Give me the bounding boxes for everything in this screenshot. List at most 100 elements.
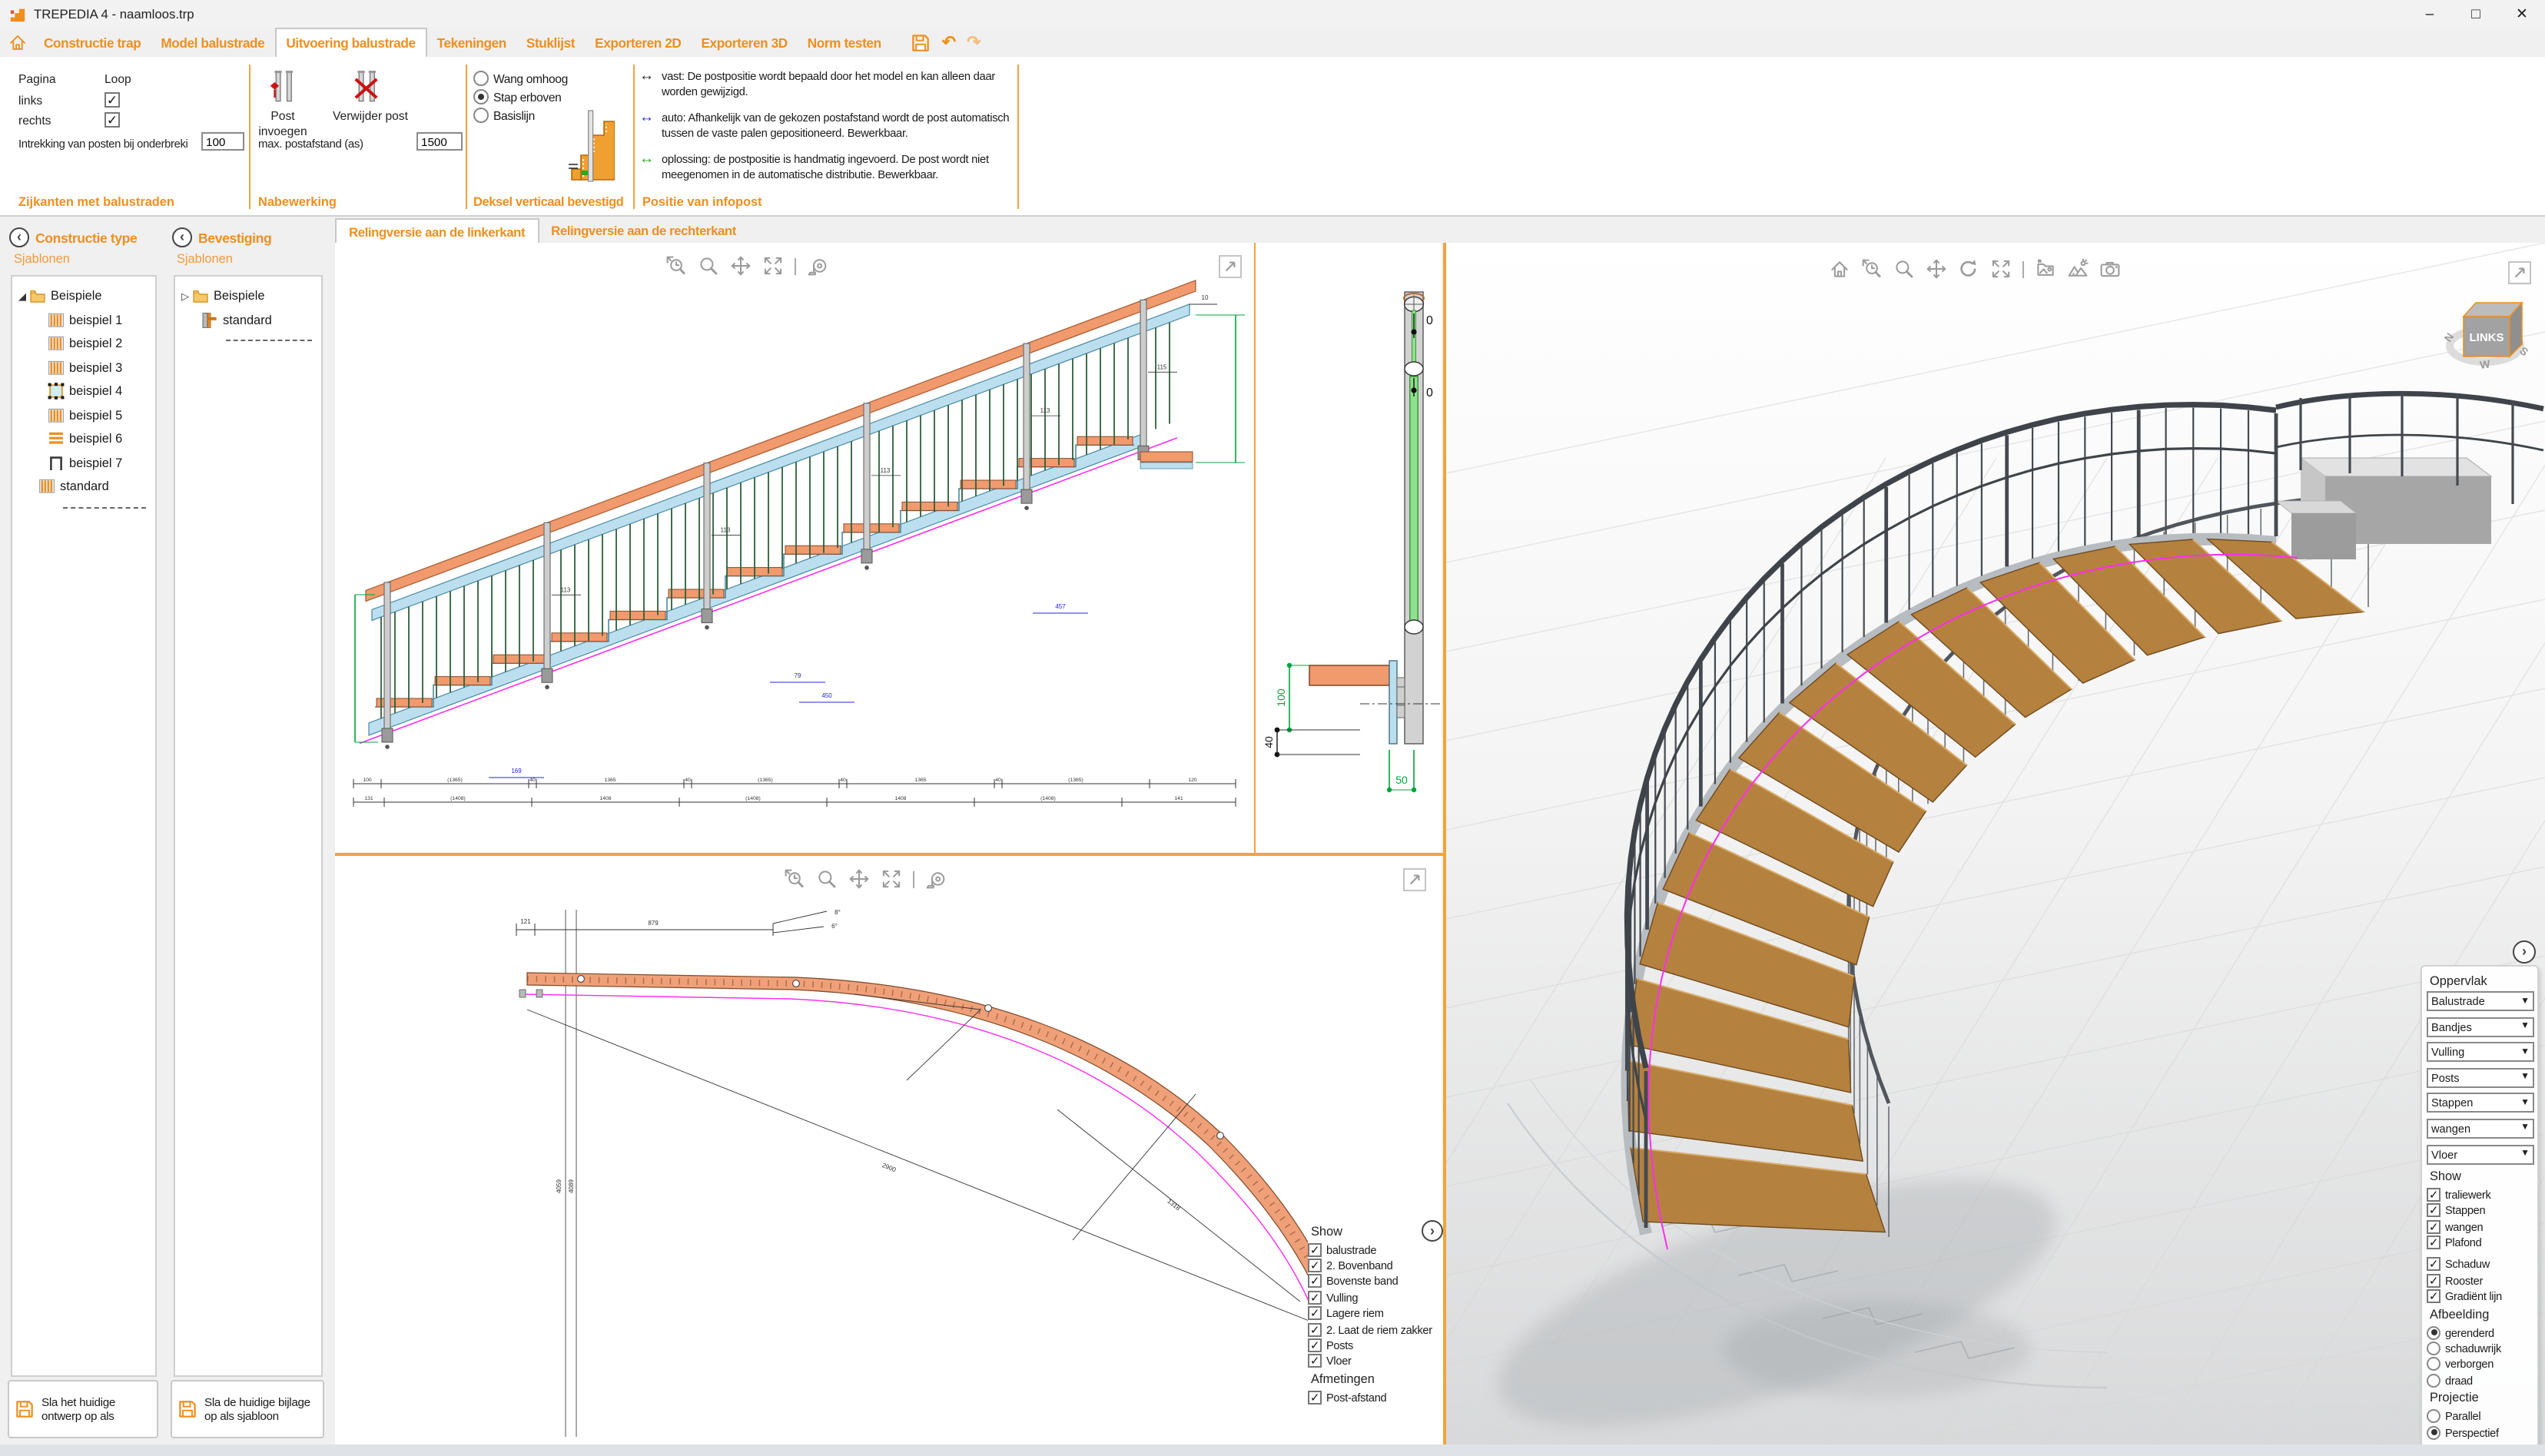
display-option-schaduw[interactable]: ✓Schaduw bbox=[2427, 1256, 2534, 1272]
ribbon-tab-tekeningen[interactable]: Tekeningen bbox=[427, 28, 516, 57]
display-option-rooster[interactable]: ✓Rooster bbox=[2427, 1272, 2534, 1289]
checkbox[interactable]: ✓ bbox=[2427, 1235, 2440, 1249]
collapse-panel-chevron[interactable]: › bbox=[2513, 940, 2536, 963]
checkbox[interactable]: ✓ bbox=[1308, 1275, 1322, 1289]
zoom-icon[interactable] bbox=[698, 255, 719, 277]
display-option-wangen[interactable]: ✓wangen bbox=[2427, 1219, 2534, 1235]
tree-item-beispiel-6[interactable]: beispiel 6 bbox=[12, 427, 155, 451]
show-option-post-afstand[interactable]: ✓Post-afstand bbox=[1308, 1389, 1443, 1405]
checkbox[interactable]: ✓ bbox=[1308, 1307, 1322, 1321]
surface-dropdown-vloer[interactable]: Vloer▼ bbox=[2427, 1144, 2534, 1164]
checkbox[interactable]: ✓ bbox=[1308, 1259, 1322, 1272]
checkbox[interactable]: ✓ bbox=[1308, 1338, 1322, 1352]
tree-expander-expanded-icon[interactable]: ◢ bbox=[15, 290, 29, 303]
surface-dropdown-posts[interactable]: Posts▼ bbox=[2427, 1068, 2534, 1088]
surface-dropdown-balustrade[interactable]: Balustrade▼ bbox=[2427, 991, 2534, 1011]
tree-item-beispiel-2[interactable]: beispiel 2 bbox=[12, 332, 155, 356]
checkbox[interactable]: ✓ bbox=[1308, 1291, 1322, 1305]
checkbox-links[interactable]: ✓ bbox=[105, 92, 120, 108]
fit-icon[interactable] bbox=[762, 255, 784, 277]
fit-icon[interactable] bbox=[881, 868, 902, 890]
tree-item-beispiel-3[interactable]: beispiel 3 bbox=[12, 356, 155, 380]
view-tab-relingversie-aan-de-linkerkant[interactable]: Relingversie aan de linkerkant bbox=[335, 218, 539, 243]
home-tab[interactable] bbox=[0, 28, 34, 57]
checkbox[interactable]: ✓ bbox=[2427, 1289, 2440, 1303]
undo-icon[interactable]: ↶ bbox=[942, 32, 956, 52]
scene-icon[interactable] bbox=[2067, 258, 2089, 280]
surface-dropdown-vulling[interactable]: Vulling▼ bbox=[2427, 1042, 2534, 1062]
tree-item-beispiel-5[interactable]: beispiel 5 bbox=[12, 403, 155, 427]
navigation-cube[interactable]: NWSOLINKS bbox=[2444, 284, 2530, 373]
ribbon-tab-stuklijst[interactable]: Stuklijst bbox=[516, 28, 585, 57]
save-template-button[interactable]: Sla de huidige bijlage op als sjabloon bbox=[171, 1380, 324, 1438]
checkbox[interactable]: ✓ bbox=[1308, 1242, 1322, 1256]
rotate-icon[interactable] bbox=[1958, 258, 1979, 280]
zoom-window-icon[interactable] bbox=[1861, 258, 1883, 280]
show-option-bovenste-band[interactable]: ✓Bovenste band bbox=[1308, 1274, 1443, 1290]
option-verborgen[interactable]: verborgen bbox=[2427, 1356, 2534, 1372]
display-option-gradi-nt-lijn[interactable]: ✓Gradiënt lijn bbox=[2427, 1289, 2534, 1305]
radio-button[interactable] bbox=[2427, 1425, 2440, 1439]
pan-icon[interactable] bbox=[730, 255, 752, 277]
display-option-traliewerk[interactable]: ✓traliewerk bbox=[2427, 1186, 2534, 1202]
fit-icon[interactable] bbox=[1990, 258, 2012, 280]
radio-basislijn[interactable]: Basislijn bbox=[473, 108, 535, 123]
redo-icon[interactable]: ↷ bbox=[967, 32, 981, 52]
surface-dropdown-bandjes[interactable]: Bandjes▼ bbox=[2427, 1017, 2534, 1036]
ribbon-tab-exporteren-2d[interactable]: Exporteren 2D bbox=[585, 28, 691, 57]
show-option-lagere-riem[interactable]: ✓Lagere riem bbox=[1308, 1305, 1443, 1322]
save-icon[interactable] bbox=[910, 32, 931, 53]
display-option-stappen[interactable]: ✓Stappen bbox=[2427, 1202, 2534, 1219]
display-option-plafond[interactable]: ✓Plafond bbox=[2427, 1235, 2534, 1251]
collapse-panel-chevron[interactable]: ‹ bbox=[9, 227, 29, 247]
view-tab-relingversie-aan-de-rechterkant[interactable]: Relingversie aan de rechterkant bbox=[539, 218, 748, 243]
ribbon-tab-constructie-trap[interactable]: Constructie trap bbox=[34, 28, 151, 57]
checkbox-rechts[interactable]: ✓ bbox=[105, 112, 120, 128]
radio-button[interactable] bbox=[2427, 1409, 2440, 1423]
ribbon-tab-norm-testen[interactable]: Norm testen bbox=[798, 28, 891, 57]
radio-button[interactable] bbox=[2427, 1358, 2440, 1371]
show-option-2-bovenband[interactable]: ✓2. Bovenband bbox=[1308, 1258, 1443, 1274]
tree-item-beispiel-1[interactable]: beispiel 1 bbox=[12, 308, 155, 332]
pan-icon[interactable] bbox=[848, 868, 870, 890]
checkbox[interactable]: ✓ bbox=[2427, 1188, 2440, 1202]
show-option-vulling[interactable]: ✓Vulling bbox=[1308, 1289, 1443, 1305]
checkbox[interactable]: ✓ bbox=[2427, 1274, 2440, 1288]
option-gerenderd[interactable]: gerenderd bbox=[2427, 1325, 2534, 1341]
radio-stap-erboven[interactable]: Stap erboven bbox=[473, 89, 561, 104]
show-option-2-laat-de-riem-zakker[interactable]: ✓2. Laat de riem zakker bbox=[1308, 1322, 1443, 1338]
radio-button[interactable] bbox=[473, 108, 489, 123]
zoom-icon[interactable] bbox=[1893, 258, 1915, 280]
home-icon[interactable] bbox=[7, 32, 27, 52]
radio-button[interactable] bbox=[2427, 1374, 2440, 1388]
measure-icon[interactable] bbox=[807, 255, 828, 277]
checkbox[interactable]: ✓ bbox=[2427, 1219, 2440, 1233]
show-option-balustrade[interactable]: ✓balustrade bbox=[1308, 1242, 1443, 1258]
option-schaduwrijk[interactable]: schaduwrijk bbox=[2427, 1341, 2534, 1357]
pan-icon[interactable] bbox=[1926, 258, 1947, 280]
post-delete-button[interactable] bbox=[350, 71, 381, 112]
radio-button[interactable] bbox=[2427, 1325, 2440, 1339]
option-parallel[interactable]: Parallel bbox=[2427, 1408, 2534, 1424]
measure-icon[interactable] bbox=[925, 868, 947, 890]
checkbox[interactable]: ✓ bbox=[2427, 1258, 2440, 1272]
checkbox[interactable]: ✓ bbox=[1308, 1391, 1322, 1405]
surface-dropdown-wangen[interactable]: wangen▼ bbox=[2427, 1119, 2534, 1139]
radio-button[interactable] bbox=[473, 89, 489, 104]
ribbon-tab-model-balustrade[interactable]: Model balustrade bbox=[151, 28, 274, 57]
show-option-vloer[interactable]: ✓Vloer bbox=[1308, 1353, 1443, 1369]
camera-icon[interactable] bbox=[2099, 258, 2121, 280]
radio-button[interactable] bbox=[473, 71, 489, 86]
save-template-button[interactable]: Sla het huidige ontwerp op als bbox=[8, 1380, 158, 1438]
maximize-button[interactable]: □ bbox=[2453, 0, 2499, 28]
zoom-window-icon[interactable] bbox=[784, 868, 805, 890]
option-perspectief[interactable]: Perspectief bbox=[2427, 1424, 2534, 1441]
tree-item-standard[interactable]: standard bbox=[175, 308, 321, 332]
collapse-panel-chevron[interactable]: › bbox=[1422, 1220, 1443, 1242]
zoom-icon[interactable] bbox=[816, 868, 838, 890]
ribbon-tab-uitvoering-balustrade[interactable]: Uitvoering balustrade bbox=[274, 28, 426, 57]
open-image-icon[interactable] bbox=[2035, 258, 2056, 280]
minimize-button[interactable]: – bbox=[2407, 0, 2453, 28]
expand-view-icon[interactable] bbox=[1219, 255, 1242, 278]
tree-item-standard[interactable]: standard bbox=[12, 475, 155, 499]
